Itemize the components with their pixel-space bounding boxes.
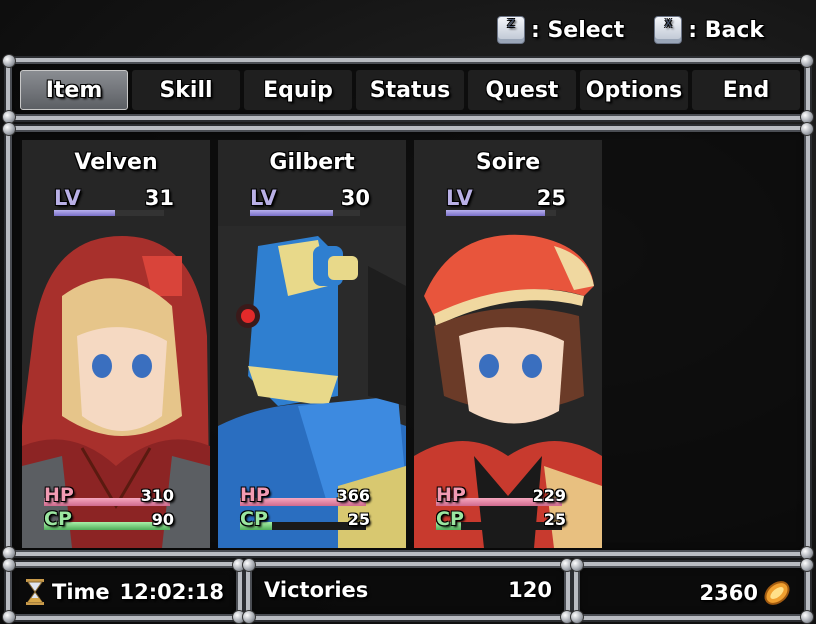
rivet-icon <box>570 558 584 572</box>
menu-item-quest[interactable]: Quest <box>468 70 576 110</box>
time-panel: Time 12:02:18 <box>2 558 246 624</box>
menu-item-equip[interactable]: Equip <box>244 70 352 110</box>
victories-panel: Victories 120 <box>242 558 574 624</box>
gold-coin-icon <box>764 581 790 605</box>
menu-item-skill[interactable]: Skill <box>132 70 240 110</box>
level-value: 25 <box>536 186 566 210</box>
rivet-icon <box>800 610 814 624</box>
level-progress-bar <box>446 210 556 216</box>
menu-item-item[interactable]: Item <box>20 70 128 110</box>
character-name: Soire <box>475 150 541 175</box>
character-name: Velven <box>74 150 158 175</box>
cp-display: CP 90 <box>44 508 174 532</box>
hp-label: HP <box>240 484 270 506</box>
level-label: LV <box>250 186 277 210</box>
time-label: Time <box>52 580 110 604</box>
level-display: LV 25 <box>446 186 566 216</box>
cp-value: 25 <box>543 510 566 529</box>
menu-item-end[interactable]: End <box>692 70 800 110</box>
hp-label: HP <box>436 484 466 506</box>
hp-value: 310 <box>140 486 174 505</box>
level-display: LV 30 <box>250 186 370 216</box>
hp-value: 366 <box>336 486 370 505</box>
select-hint: Z : Select <box>497 16 624 44</box>
party-card-gilbert[interactable]: Gilbert LV 30 HP 366 CP 25 <box>218 140 406 548</box>
rivet-icon <box>2 122 16 136</box>
time-value: 12:02:18 <box>119 580 224 604</box>
cp-value: 25 <box>347 510 370 529</box>
menu-bar: Item Skill Equip Status Quest Options En… <box>2 54 814 124</box>
select-hint-label: : Select <box>531 17 625 43</box>
rivet-icon <box>2 558 16 572</box>
gold-panel: 2360 <box>570 558 814 624</box>
menu-item-status[interactable]: Status <box>356 70 464 110</box>
level-value: 31 <box>144 186 174 210</box>
key-hints: Z : Select X : Back <box>497 16 764 44</box>
level-value: 30 <box>340 186 370 210</box>
level-label: LV <box>54 186 81 210</box>
back-hint-label: : Back <box>688 17 764 43</box>
rivet-icon <box>800 54 814 68</box>
gold-value: 2360 <box>699 581 758 605</box>
menu-item-options[interactable]: Options <box>580 70 688 110</box>
cp-label: CP <box>240 508 268 530</box>
rivet-icon <box>800 122 814 136</box>
character-name: Gilbert <box>269 150 355 175</box>
rivet-icon <box>2 54 16 68</box>
cp-display: CP 25 <box>436 508 566 532</box>
z-key-icon: Z <box>497 16 525 44</box>
hourglass-icon <box>26 579 44 605</box>
victories-value: 120 <box>508 578 552 602</box>
level-progress-bar <box>54 210 164 216</box>
rivet-icon <box>242 610 256 624</box>
hp-display: HP 310 <box>44 484 174 508</box>
hp-display: HP 366 <box>240 484 370 508</box>
rivet-icon <box>800 558 814 572</box>
x-key-icon: X <box>654 16 683 44</box>
rivet-icon <box>2 610 16 624</box>
cp-label: CP <box>44 508 72 530</box>
hp-value: 229 <box>532 486 566 505</box>
level-progress-bar <box>250 210 360 216</box>
level-display: LV 31 <box>54 186 174 216</box>
hp-display: HP 229 <box>436 484 566 508</box>
rivet-icon <box>242 558 256 572</box>
victories-label: Victories <box>264 578 369 602</box>
cp-value: 90 <box>151 510 174 529</box>
party-panel: Velven LV 31 HP 310 CP 90 Gilbert LV 30 … <box>2 122 814 560</box>
back-hint: X : Back <box>654 16 764 44</box>
rivet-icon <box>570 610 584 624</box>
cp-label: CP <box>436 508 464 530</box>
party-card-velven[interactable]: Velven LV 31 HP 310 CP 90 <box>22 140 210 548</box>
cp-display: CP 25 <box>240 508 370 532</box>
party-card-soire[interactable]: Soire LV 25 HP 229 CP 25 <box>414 140 602 548</box>
level-label: LV <box>446 186 473 210</box>
hp-label: HP <box>44 484 74 506</box>
